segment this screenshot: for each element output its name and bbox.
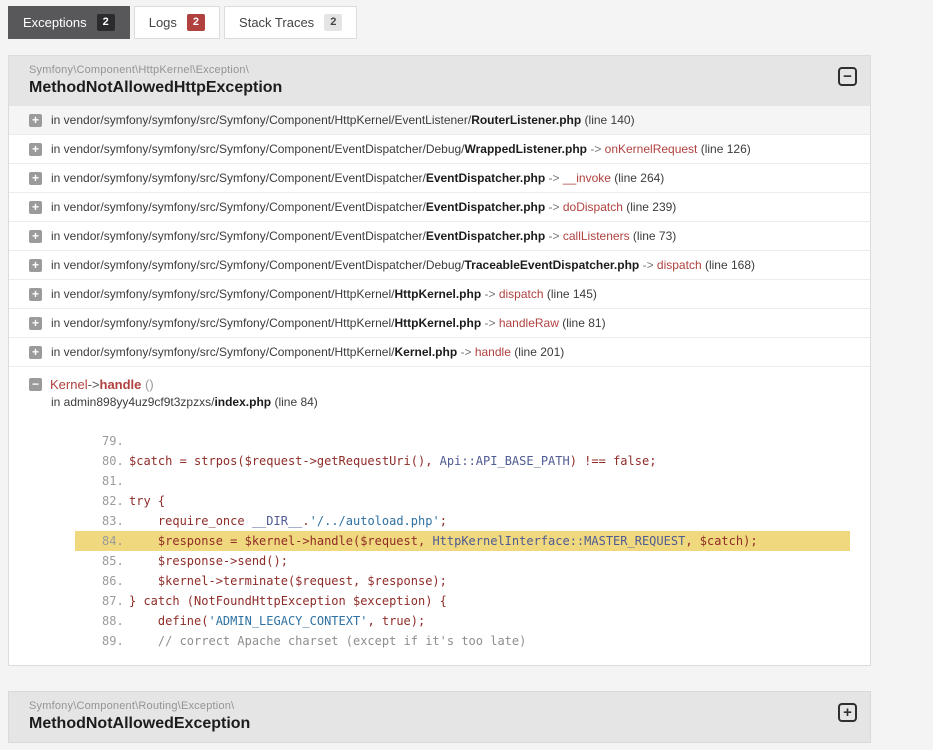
- exception-namespace: Symfony\Component\HttpKernel\Exception\: [29, 64, 249, 76]
- line-number: 88.: [102, 614, 124, 628]
- trace-row[interactable]: + in vendor/symfony/symfony/src/Symfony/…: [9, 338, 870, 367]
- expand-trace-icon[interactable]: +: [29, 113, 42, 127]
- trace-call: Kernel->handle (): [50, 377, 154, 392]
- code-text: $response->send();: [129, 554, 288, 568]
- code-text: } catch (NotFoundHttpException $exceptio…: [129, 594, 447, 608]
- expand-trace-icon[interactable]: +: [29, 258, 42, 272]
- collapse-trace-icon[interactable]: −: [29, 378, 42, 391]
- trace-row[interactable]: + in vendor/symfony/symfony/src/Symfony/…: [9, 280, 870, 309]
- code-text: define('ADMIN_LEGACY_CONTEXT', true);: [129, 614, 426, 628]
- tab-logs[interactable]: Logs 2: [133, 6, 221, 39]
- expanded-trace: − Kernel->handle () in admin898yy4uz9cf9…: [9, 367, 870, 665]
- expand-trace-icon[interactable]: +: [29, 345, 42, 359]
- code-line: 79.: [75, 431, 850, 451]
- expand-exception-button[interactable]: +: [838, 703, 857, 722]
- code-line: 88. define('ADMIN_LEGACY_CONTEXT', true)…: [75, 611, 850, 631]
- expanded-trace-header[interactable]: − Kernel->handle (): [29, 377, 850, 392]
- tab-count-badge: 2: [96, 14, 115, 31]
- line-number: 81.: [102, 474, 124, 488]
- code-line: 86. $kernel->terminate($request, $respon…: [75, 571, 850, 591]
- trace-row[interactable]: + in vendor/symfony/symfony/src/Symfony/…: [9, 135, 870, 164]
- exception-group-http-kernel: Symfony\Component\HttpKernel\Exception\ …: [8, 55, 871, 666]
- trace-location: in admin898yy4uz9cf9t3zpzxs/index.php (l…: [51, 395, 318, 409]
- exception-name: MethodNotAllowedException: [29, 715, 251, 732]
- code-text: $catch = strpos($request->getRequestUri(…: [129, 454, 657, 468]
- trace-row[interactable]: + in vendor/symfony/symfony/src/Symfony/…: [9, 193, 870, 222]
- line-number: 83.: [102, 514, 124, 528]
- tab-count-badge: 2: [324, 14, 343, 31]
- code-line: 85. $response->send();: [75, 551, 850, 571]
- code-line: 81.: [75, 471, 850, 491]
- trace-row[interactable]: + in vendor/symfony/symfony/src/Symfony/…: [9, 251, 870, 280]
- code-text: require_once __DIR__.'/../autoload.php';: [129, 514, 447, 528]
- expand-trace-icon[interactable]: +: [29, 200, 42, 214]
- code-line: 80. $catch = strpos($request->getRequest…: [75, 451, 850, 471]
- expand-trace-icon[interactable]: +: [29, 287, 42, 301]
- tab-label: Logs: [148, 15, 177, 30]
- exception-header: Symfony\Component\HttpKernel\Exception\ …: [9, 56, 870, 106]
- trace-text: in vendor/symfony/symfony/src/Symfony/Co…: [51, 345, 565, 359]
- code-text: try {: [129, 494, 166, 508]
- code-text: $kernel->terminate($request, $response);: [129, 574, 447, 588]
- expand-trace-icon[interactable]: +: [29, 142, 42, 156]
- line-number: 86.: [102, 574, 124, 588]
- code-line: 83. require_once __DIR__.'/../autoload.p…: [75, 511, 850, 531]
- code-line-highlighted: 84. $response = $kernel->handle($request…: [75, 531, 850, 551]
- code-excerpt: 79. 80. $catch = strpos($request->getReq…: [75, 431, 850, 651]
- exception-group-routing: Symfony\Component\Routing\Exception\ Met…: [8, 691, 871, 743]
- expand-trace-icon[interactable]: +: [29, 171, 42, 185]
- exception-header-collapsed: Symfony\Component\Routing\Exception\ Met…: [9, 692, 870, 742]
- trace-text: in vendor/symfony/symfony/src/Symfony/Co…: [51, 200, 677, 214]
- line-number: 80.: [102, 454, 124, 468]
- code-line: 87. } catch (NotFoundHttpException $exce…: [75, 591, 850, 611]
- exceptions-page: Exceptions 2 Logs 2 Stack Traces 2 Symfo…: [0, 0, 933, 743]
- expand-trace-icon[interactable]: +: [29, 229, 42, 243]
- trace-text: in vendor/symfony/symfony/src/Symfony/Co…: [51, 171, 665, 185]
- trace-text: in vendor/symfony/symfony/src/Symfony/Co…: [51, 113, 635, 127]
- tab-count-badge: 2: [186, 14, 206, 31]
- code-line: 82. try {: [75, 491, 850, 511]
- line-number: 82.: [102, 494, 124, 508]
- code-text: $response = $kernel->handle($request, Ht…: [129, 534, 758, 548]
- trace-row[interactable]: + in vendor/symfony/symfony/src/Symfony/…: [9, 222, 870, 251]
- code-line: 89. // correct Apache charset (except if…: [75, 631, 850, 651]
- line-number: 87.: [102, 594, 124, 608]
- trace-text: in vendor/symfony/symfony/src/Symfony/Co…: [51, 142, 751, 156]
- tab-stack-traces[interactable]: Stack Traces 2: [224, 6, 358, 39]
- tab-bar: Exceptions 2 Logs 2 Stack Traces 2: [8, 6, 925, 39]
- trace-text: in vendor/symfony/symfony/src/Symfony/Co…: [51, 287, 597, 301]
- code-text: // correct Apache charset (except if it'…: [129, 634, 527, 648]
- trace-row[interactable]: + in vendor/symfony/symfony/src/Symfony/…: [9, 309, 870, 338]
- tab-label: Exceptions: [23, 15, 87, 30]
- trace-list: + in vendor/symfony/symfony/src/Symfony/…: [9, 106, 870, 367]
- line-number: 85.: [102, 554, 124, 568]
- trace-text: in vendor/symfony/symfony/src/Symfony/Co…: [51, 229, 677, 243]
- line-number: 79.: [102, 434, 124, 448]
- tab-exceptions[interactable]: Exceptions 2: [8, 6, 130, 39]
- trace-row[interactable]: + in vendor/symfony/symfony/src/Symfony/…: [9, 106, 870, 135]
- trace-text: in vendor/symfony/symfony/src/Symfony/Co…: [51, 316, 606, 330]
- collapse-exception-button[interactable]: −: [838, 67, 857, 86]
- tab-label: Stack Traces: [239, 15, 315, 30]
- line-number: 89.: [102, 634, 124, 648]
- trace-row[interactable]: + in vendor/symfony/symfony/src/Symfony/…: [9, 164, 870, 193]
- exception-name: MethodNotAllowedHttpException: [29, 79, 283, 96]
- expand-trace-icon[interactable]: +: [29, 316, 42, 330]
- trace-text: in vendor/symfony/symfony/src/Symfony/Co…: [51, 258, 755, 272]
- line-number: 84.: [102, 534, 124, 548]
- exception-namespace: Symfony\Component\Routing\Exception\: [29, 700, 235, 712]
